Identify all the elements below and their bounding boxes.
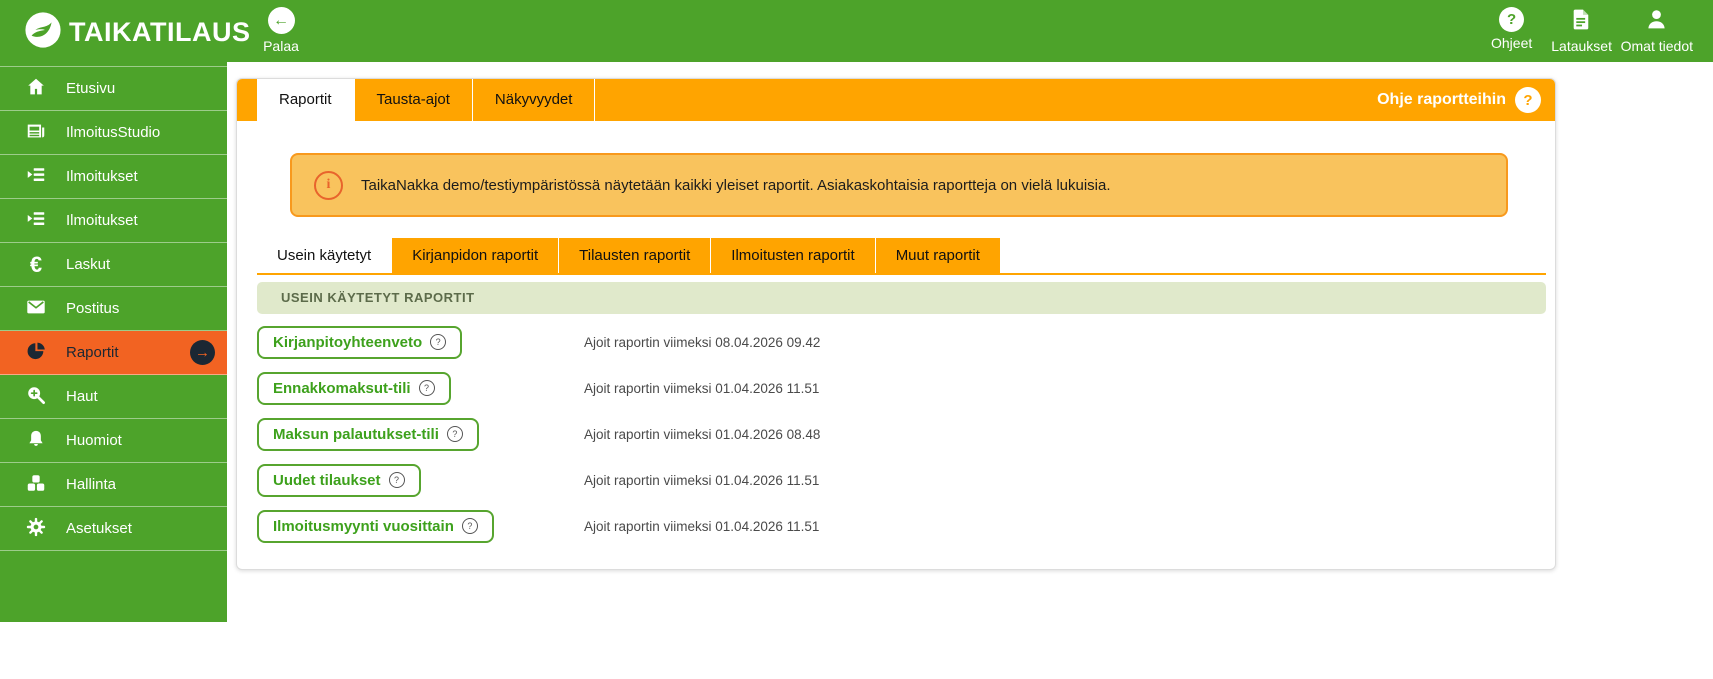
- my-info-button-label: Omat tiedot: [1621, 38, 1693, 54]
- tab-raportit[interactable]: Raportit: [257, 79, 355, 121]
- subtab-tilausten-raportit[interactable]: Tilausten raportit: [559, 238, 711, 273]
- report-help-link[interactable]: Ohje raportteihin ?: [1377, 79, 1541, 121]
- report-last-run: Ajoit raportin viimeksi 01.04.2026 08.48: [584, 427, 820, 442]
- sidebar-item-label: Etusivu: [66, 80, 115, 97]
- sidebar-item-etusivu[interactable]: Etusivu: [0, 67, 227, 111]
- pie-chart-icon: [25, 340, 47, 366]
- sidebar-item-label: Raportit: [66, 344, 119, 361]
- demo-notice-banner: i TaikaNakka demo/testiympäristössä näyt…: [290, 153, 1508, 217]
- list-indent-icon: [25, 208, 47, 234]
- back-button-label: Palaa: [263, 38, 299, 54]
- list-indent-icon: [25, 164, 47, 190]
- report-row: Uudet tilaukset ? Ajoit raportin viimeks…: [257, 457, 1546, 503]
- help-button-label: Ohjeet: [1491, 35, 1532, 51]
- app-logo[interactable]: TAIKATILAUS: [24, 11, 250, 54]
- main-tab-bar: Raportit Tausta-ajot Näkyvyydet Ohje rap…: [237, 79, 1555, 121]
- report-button-label: Ilmoitusmyynti vuosittain: [273, 518, 454, 535]
- sidebar-item-ilmoitukset-2[interactable]: Ilmoitukset: [0, 199, 227, 243]
- report-category-tabs: Usein käytetyt Kirjanpidon raportit Tila…: [257, 238, 1546, 275]
- report-last-run: Ajoit raportin viimeksi 01.04.2026 11.51: [584, 473, 819, 488]
- downloads-button[interactable]: Lataukset: [1551, 7, 1613, 54]
- section-title: USEIN KÄYTETYT RAPORTIT: [257, 282, 1546, 314]
- report-row: Ennakkomaksut-tili ? Ajoit raportin viim…: [257, 365, 1546, 411]
- logo-leaf-icon: [24, 11, 62, 54]
- report-button-ilmoitusmyynti-vuosittain[interactable]: Ilmoitusmyynti vuosittain ?: [257, 510, 494, 543]
- report-button-label: Ennakkomaksut-tili: [273, 380, 411, 397]
- report-button-uudet-tilaukset[interactable]: Uudet tilaukset ?: [257, 464, 421, 497]
- sidebar-item-ilmoitusstudio[interactable]: IlmoitusStudio: [0, 111, 227, 155]
- downloads-button-label: Lataukset: [1551, 38, 1612, 54]
- report-row: Kirjanpitoyhteenveto ? Ajoit raportin vi…: [257, 319, 1546, 365]
- gear-icon: [25, 516, 47, 542]
- info-circle-icon: i: [314, 171, 343, 200]
- sidebar-nav: Etusivu IlmoitusStudio Ilmoitukset Ilmoi…: [0, 66, 227, 551]
- sidebar-item-label: Hallinta: [66, 476, 116, 493]
- question-circle-icon: ?: [462, 518, 478, 534]
- question-circle-icon: ?: [1515, 87, 1541, 113]
- sidebar: Etusivu IlmoitusStudio Ilmoitukset Ilmoi…: [0, 62, 227, 622]
- document-icon: [1569, 7, 1594, 35]
- sidebar-item-ilmoitukset-1[interactable]: Ilmoitukset: [0, 155, 227, 199]
- sidebar-item-laskut[interactable]: € Laskut: [0, 243, 227, 287]
- app-header: TAIKATILAUS ← Palaa ? Ohjeet Lataukset O…: [0, 0, 1713, 62]
- subtab-ilmoitusten-raportit[interactable]: Ilmoitusten raportit: [711, 238, 875, 273]
- report-button-label: Uudet tilaukset: [273, 472, 381, 489]
- sidebar-item-label: Postitus: [66, 300, 119, 317]
- sidebar-item-raportit[interactable]: Raportit →: [0, 331, 227, 375]
- help-button[interactable]: ? Ohjeet: [1481, 7, 1543, 54]
- report-help-link-label: Ohje raportteihin: [1377, 91, 1506, 109]
- demo-notice-text: TaikaNakka demo/testiympäristössä näytet…: [361, 177, 1111, 194]
- euro-icon: €: [25, 254, 47, 276]
- sidebar-item-huomiot[interactable]: Huomiot: [0, 419, 227, 463]
- sidebar-item-postitus[interactable]: Postitus: [0, 287, 227, 331]
- sidebar-item-label: Ilmoitukset: [66, 212, 138, 229]
- report-button-maksun-palautukset-tili[interactable]: Maksun palautukset-tili ?: [257, 418, 479, 451]
- sidebar-item-label: Laskut: [66, 256, 110, 273]
- report-button-label: Kirjanpitoyhteenveto: [273, 334, 422, 351]
- question-circle-icon: ?: [430, 334, 446, 350]
- subtab-kirjanpidon-raportit[interactable]: Kirjanpidon raportit: [392, 238, 559, 273]
- cubes-icon: [25, 472, 47, 498]
- report-button-kirjanpitoyhteenveto[interactable]: Kirjanpitoyhteenveto ?: [257, 326, 462, 359]
- app-title: TAIKATILAUS: [69, 17, 250, 48]
- report-list: Kirjanpitoyhteenveto ? Ajoit raportin vi…: [257, 319, 1546, 549]
- tab-nakyvyydet[interactable]: Näkyvyydet: [473, 79, 596, 121]
- my-info-button[interactable]: Omat tiedot: [1621, 7, 1693, 54]
- arrow-right-circle-icon[interactable]: →: [190, 340, 215, 365]
- report-button-label: Maksun palautukset-tili: [273, 426, 439, 443]
- question-circle-icon: ?: [389, 472, 405, 488]
- report-last-run: Ajoit raportin viimeksi 01.04.2026 11.51: [584, 381, 819, 396]
- question-circle-icon: ?: [447, 426, 463, 442]
- subtab-muut-raportit[interactable]: Muut raportit: [876, 238, 1001, 273]
- person-icon: [1644, 7, 1669, 35]
- sidebar-item-hallinta[interactable]: Hallinta: [0, 463, 227, 507]
- subtab-usein-kaytetyt[interactable]: Usein käytetyt: [257, 238, 392, 273]
- reports-panel: Raportit Tausta-ajot Näkyvyydet Ohje rap…: [236, 78, 1556, 570]
- report-button-ennakkomaksut-tili[interactable]: Ennakkomaksut-tili ?: [257, 372, 451, 405]
- sidebar-item-asetukset[interactable]: Asetukset: [0, 507, 227, 551]
- search-plus-icon: [25, 384, 47, 410]
- sidebar-item-label: IlmoitusStudio: [66, 124, 160, 141]
- report-last-run: Ajoit raportin viimeksi 08.04.2026 09.42: [584, 335, 820, 350]
- sidebar-item-label: Ilmoitukset: [66, 168, 138, 185]
- envelope-icon: [25, 296, 47, 322]
- sidebar-item-haut[interactable]: Haut: [0, 375, 227, 419]
- report-row: Maksun palautukset-tili ? Ajoit raportin…: [257, 411, 1546, 457]
- question-circle-icon: ?: [1499, 7, 1524, 32]
- home-icon: [25, 76, 47, 102]
- back-arrow-icon: ←: [268, 7, 295, 34]
- report-last-run: Ajoit raportin viimeksi 01.04.2026 11.51: [584, 519, 819, 534]
- sidebar-item-label: Asetukset: [66, 520, 132, 537]
- bell-icon: [25, 428, 47, 454]
- report-row: Ilmoitusmyynti vuosittain ? Ajoit raport…: [257, 503, 1546, 549]
- back-button[interactable]: ← Palaa: [246, 7, 316, 54]
- sidebar-item-label: Huomiot: [66, 432, 122, 449]
- newspaper-icon: [25, 120, 47, 146]
- header-actions: ? Ohjeet Lataukset Omat tiedot: [1481, 7, 1693, 54]
- tab-tausta-ajot[interactable]: Tausta-ajot: [355, 79, 473, 121]
- question-circle-icon: ?: [419, 380, 435, 396]
- sidebar-item-label: Haut: [66, 388, 98, 405]
